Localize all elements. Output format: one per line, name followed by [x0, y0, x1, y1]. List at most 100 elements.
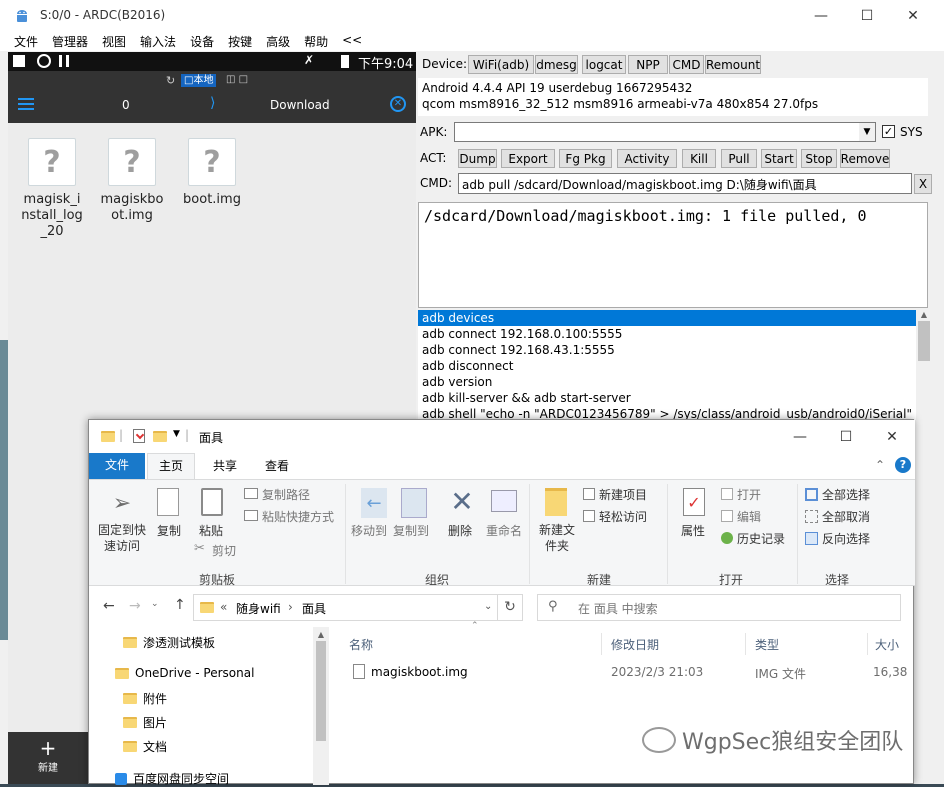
recent-locations-icon[interactable]: ⌄ — [151, 599, 159, 609]
menu-collapse[interactable]: << — [335, 31, 369, 51]
sys-checkbox[interactable]: ✓ — [882, 125, 895, 138]
menu-help[interactable]: 帮助 — [297, 31, 335, 51]
new-button[interactable]: + 新建 — [8, 732, 88, 784]
start-button[interactable]: Start — [761, 149, 797, 168]
scrollbar[interactable]: ▲ — [916, 310, 932, 412]
up-arrow-icon[interactable]: ↑ — [174, 597, 186, 613]
column-divider[interactable] — [867, 633, 868, 655]
nav-item[interactable]: 附件 — [123, 690, 167, 707]
nav-item[interactable]: 文档 — [123, 738, 167, 755]
menu-view[interactable]: 视图 — [95, 31, 133, 51]
fg-pkg-button[interactable]: Fg Pkg — [559, 149, 612, 168]
close-button[interactable]: ✕ — [869, 420, 915, 453]
command-output[interactable]: /sdcard/Download/magiskboot.img: 1 file … — [418, 202, 928, 308]
dropdown-arrow-icon[interactable]: ▼ — [859, 123, 875, 141]
move-to-button[interactable]: 移动到 — [351, 522, 387, 539]
paste-button[interactable]: 粘贴 — [199, 522, 223, 539]
properties-button[interactable]: 属性 — [681, 522, 705, 539]
close-circle-icon[interactable]: ✕ — [390, 96, 406, 112]
nav-scrollbar[interactable]: ▲ — [313, 627, 329, 785]
remount-button[interactable]: Remount — [705, 55, 761, 74]
column-type[interactable]: 类型 — [755, 636, 779, 653]
table-row[interactable]: magiskboot.img 2023/2/3 21:03 IMG 文件 16,… — [341, 661, 915, 683]
list-item[interactable]: adb connect 192.168.43.1:5555 — [418, 342, 916, 358]
list-item[interactable]: adb kill-server && adb start-server — [418, 390, 916, 406]
nav-item-onedrive[interactable]: OneDrive - Personal — [115, 666, 254, 680]
cut-button[interactable]: 剪切 — [212, 542, 236, 559]
cmd-input[interactable]: adb pull /sdcard/Download/magiskboot.img… — [458, 173, 912, 194]
menu-manager[interactable]: 管理器 — [45, 31, 95, 51]
column-divider[interactable] — [601, 633, 602, 655]
export-button[interactable]: Export — [501, 149, 555, 168]
list-item[interactable]: adb connect 192.168.0.100:5555 — [418, 326, 916, 342]
copy-button[interactable]: 复制 — [157, 522, 181, 539]
new-item-button[interactable]: 新建项目 — [599, 486, 647, 503]
stop-button[interactable]: Stop — [801, 149, 837, 168]
nav-item[interactable]: 图片 — [123, 714, 167, 731]
scroll-thumb[interactable] — [918, 321, 930, 361]
scroll-up-icon[interactable]: ▲ — [916, 310, 932, 319]
tab-icon[interactable]: ◫ □ — [226, 74, 248, 85]
customize-toolbar-icon[interactable]: ▼ — [173, 429, 180, 439]
pull-button[interactable]: Pull — [721, 149, 757, 168]
column-name[interactable]: 名称 — [349, 636, 373, 653]
column-divider[interactable] — [745, 633, 746, 655]
refresh-icon[interactable]: ↻ — [497, 594, 523, 621]
activity-button[interactable]: Activity — [617, 149, 677, 168]
minimize-button[interactable]: — — [798, 0, 844, 31]
apk-select[interactable]: ▼ — [454, 122, 876, 142]
menu-advanced[interactable]: 高级 — [259, 31, 297, 51]
back-arrow-icon[interactable]: ← — [103, 598, 115, 614]
new-folder-button[interactable]: 新建文件夹 — [537, 522, 577, 554]
maximize-button[interactable]: ☐ — [844, 0, 890, 31]
nav-item-baidu[interactable]: 百度网盘同步空间 — [115, 770, 229, 787]
menu-file[interactable]: 文件 — [7, 31, 45, 51]
history-button[interactable]: 历史记录 — [737, 530, 785, 547]
scroll-up-icon[interactable]: ▲ — [313, 630, 329, 639]
invert-selection-button[interactable]: 反向选择 — [822, 530, 870, 547]
command-history-list[interactable]: adb devices adb connect 192.168.0.100:55… — [418, 310, 916, 421]
column-date[interactable]: 修改日期 — [611, 636, 659, 653]
file-item[interactable]: ? boot.img — [180, 138, 244, 208]
help-icon[interactable]: ? — [895, 457, 911, 473]
pin-quick-access-button[interactable]: 固定到快速访问 — [97, 522, 147, 554]
menu-keys[interactable]: 按键 — [221, 31, 259, 51]
menu-input[interactable]: 输入法 — [133, 31, 183, 51]
forward-arrow-icon[interactable]: → — [129, 598, 141, 614]
remove-button[interactable]: Remove — [840, 149, 890, 168]
dmesg-button[interactable]: dmesg — [535, 55, 578, 74]
paste-shortcut-button[interactable]: 粘贴快捷方式 — [262, 508, 334, 525]
select-none-button[interactable]: 全部取消 — [822, 508, 870, 525]
list-item[interactable]: adb version — [418, 374, 916, 390]
logcat-button[interactable]: logcat — [582, 55, 626, 74]
wifi-adb-button[interactable]: WiFi(adb) — [468, 55, 534, 74]
kill-button[interactable]: Kill — [682, 149, 716, 168]
address-bar[interactable]: « 随身wifi › 面具 ⌄ — [193, 594, 523, 621]
new-folder-quick-icon[interactable] — [153, 431, 167, 442]
breadcrumb-item[interactable]: 随身wifi — [236, 600, 281, 617]
properties-quick-icon[interactable] — [133, 429, 145, 443]
cmd-button[interactable]: CMD — [669, 55, 704, 74]
dump-button[interactable]: Dump — [458, 149, 497, 168]
npp-button[interactable]: NPP — [628, 55, 668, 74]
open-button[interactable]: 打开 — [737, 486, 761, 503]
local-tab[interactable]: □本地 — [181, 74, 217, 87]
search-box[interactable]: ⚲ 在 面具 中搜索 — [537, 594, 901, 621]
breadcrumb-item[interactable]: 面具 — [302, 600, 326, 617]
hamburger-menu-icon[interactable] — [18, 98, 34, 110]
easy-access-button[interactable]: 轻松访问 — [599, 508, 647, 525]
rename-button[interactable]: 重命名 — [486, 522, 522, 539]
delete-button[interactable]: 删除 — [448, 522, 472, 539]
close-button[interactable]: ✕ — [890, 0, 936, 31]
nav-item[interactable]: 渗透测试模板 — [123, 634, 215, 651]
select-all-button[interactable]: 全部选择 — [822, 486, 870, 503]
file-item[interactable]: ? magiskboot.img — [100, 138, 164, 224]
address-dropdown-icon[interactable]: ⌄ — [484, 601, 492, 612]
tab-share[interactable]: 共享 — [201, 453, 249, 479]
current-folder[interactable]: Download — [270, 98, 330, 112]
tab-file[interactable]: 文件 — [89, 453, 145, 479]
edit-button[interactable]: 编辑 — [737, 508, 761, 525]
copy-to-button[interactable]: 复制到 — [393, 522, 429, 539]
collapse-ribbon-icon[interactable]: ⌃ — [875, 458, 885, 472]
maximize-button[interactable]: ☐ — [823, 420, 869, 453]
